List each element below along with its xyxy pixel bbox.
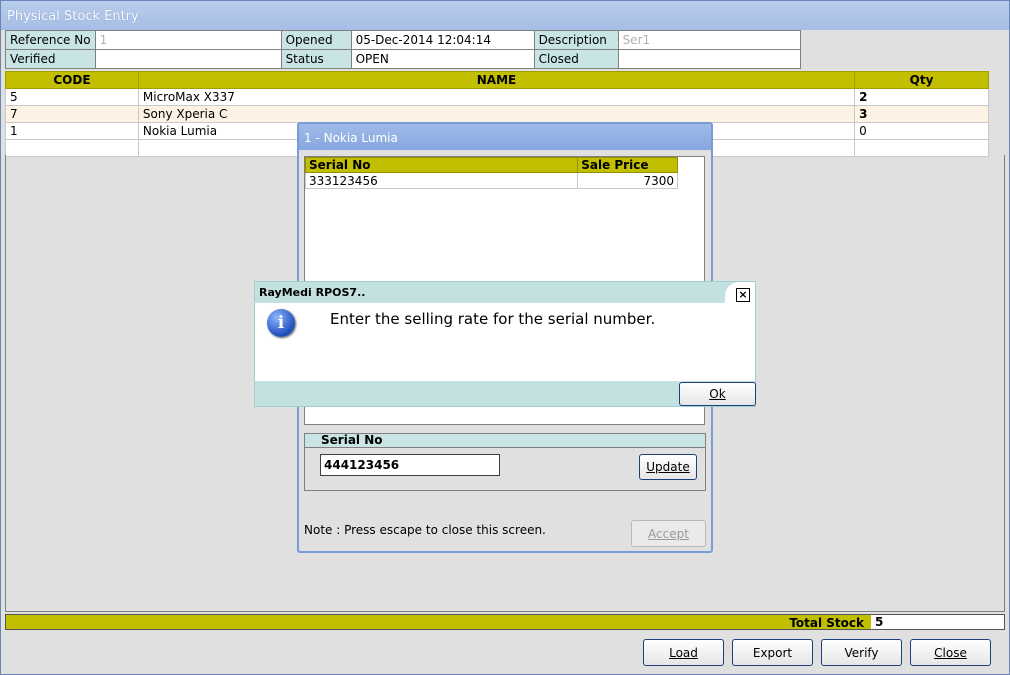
accept-button[interactable]: Accept <box>631 520 706 547</box>
column-header-sale-price[interactable]: Sale Price <box>577 157 678 173</box>
opened-value: 05-Dec-2014 12:04:14 <box>350 30 535 50</box>
export-button[interactable]: Export <box>732 639 813 666</box>
column-header-code[interactable]: CODE <box>5 71 139 89</box>
ok-button-label: Ok <box>709 387 726 401</box>
row-name[interactable]: MicroMax X337 <box>137 88 856 106</box>
column-header-name[interactable]: NAME <box>137 71 856 89</box>
row-qty[interactable]: 0 <box>854 122 989 140</box>
row-code[interactable] <box>5 139 139 157</box>
row-qty[interactable]: 2 <box>854 88 989 106</box>
serial-dialog-title: 1 - Nokia Lumia <box>299 124 711 150</box>
closed-label: Closed <box>533 49 619 69</box>
row-qty[interactable] <box>854 139 989 157</box>
message-box: RayMedi RPOS7.. × i Enter the selling ra… <box>254 281 756 407</box>
description-value: Ser1 <box>617 30 801 50</box>
window-title: Physical Stock Entry <box>1 1 1009 30</box>
message-box-title: RayMedi RPOS7.. <box>255 282 755 303</box>
status-label: Status <box>280 49 352 69</box>
accept-button-label: Accept <box>648 526 689 541</box>
row-code[interactable]: 1 <box>5 122 139 140</box>
serial-cell[interactable]: 333123456 <box>304 172 579 189</box>
action-buttons: Load Export Verify Close <box>643 639 991 666</box>
column-header-qty[interactable]: Qty <box>854 71 989 89</box>
serial-input-panel: Serial No Update <box>304 433 706 491</box>
row-name[interactable]: Sony Xperia C <box>137 105 856 123</box>
message-text: Enter the selling rate for the serial nu… <box>330 310 656 328</box>
opened-label: Opened <box>280 30 352 50</box>
total-stock-value: 5 <box>871 615 1004 629</box>
verify-button-label: Verify <box>844 645 879 660</box>
info-icon: i <box>267 309 295 337</box>
update-button-label: Update <box>646 460 690 474</box>
close-button-label: Close <box>934 645 967 660</box>
table-row[interactable]: 333123456 7300 <box>304 172 678 189</box>
closed-value <box>617 49 801 69</box>
status-value: OPEN <box>350 49 535 69</box>
update-button[interactable]: Update <box>639 454 697 480</box>
row-code[interactable]: 7 <box>5 105 139 123</box>
serial-input[interactable] <box>320 454 500 476</box>
reference-label: Reference No <box>5 30 96 50</box>
verified-value <box>94 49 282 69</box>
description-label: Description <box>533 30 619 50</box>
close-icon[interactable]: × <box>736 288 750 302</box>
load-button[interactable]: Load <box>643 639 724 666</box>
verify-button[interactable]: Verify <box>821 639 902 666</box>
sale-price-cell[interactable]: 7300 <box>577 172 678 189</box>
serial-input-label: Serial No <box>305 434 705 448</box>
escape-note: Note : Press escape to close this screen… <box>304 523 546 537</box>
total-stock-bar: Total Stock 5 <box>5 614 1005 630</box>
table-row[interactable]: 7 Sony Xperia C 3 <box>5 105 989 123</box>
reference-value: 1 <box>94 30 282 50</box>
header-info-grid: Reference No 1 Opened 05-Dec-2014 12:04:… <box>5 30 801 69</box>
load-button-label: Load <box>669 645 698 660</box>
row-code[interactable]: 5 <box>5 88 139 106</box>
column-header-serial[interactable]: Serial No <box>304 157 579 173</box>
verified-label: Verified <box>5 49 96 69</box>
serial-table: Serial No Sale Price 333123456 7300 <box>304 157 678 189</box>
row-qty[interactable]: 3 <box>854 105 989 123</box>
table-row[interactable]: 5 MicroMax X337 2 <box>5 88 989 106</box>
close-button[interactable]: Close <box>910 639 991 666</box>
total-stock-label: Total Stock <box>789 616 864 630</box>
export-button-label: Export <box>752 645 793 660</box>
ok-button[interactable]: Ok <box>679 382 756 406</box>
